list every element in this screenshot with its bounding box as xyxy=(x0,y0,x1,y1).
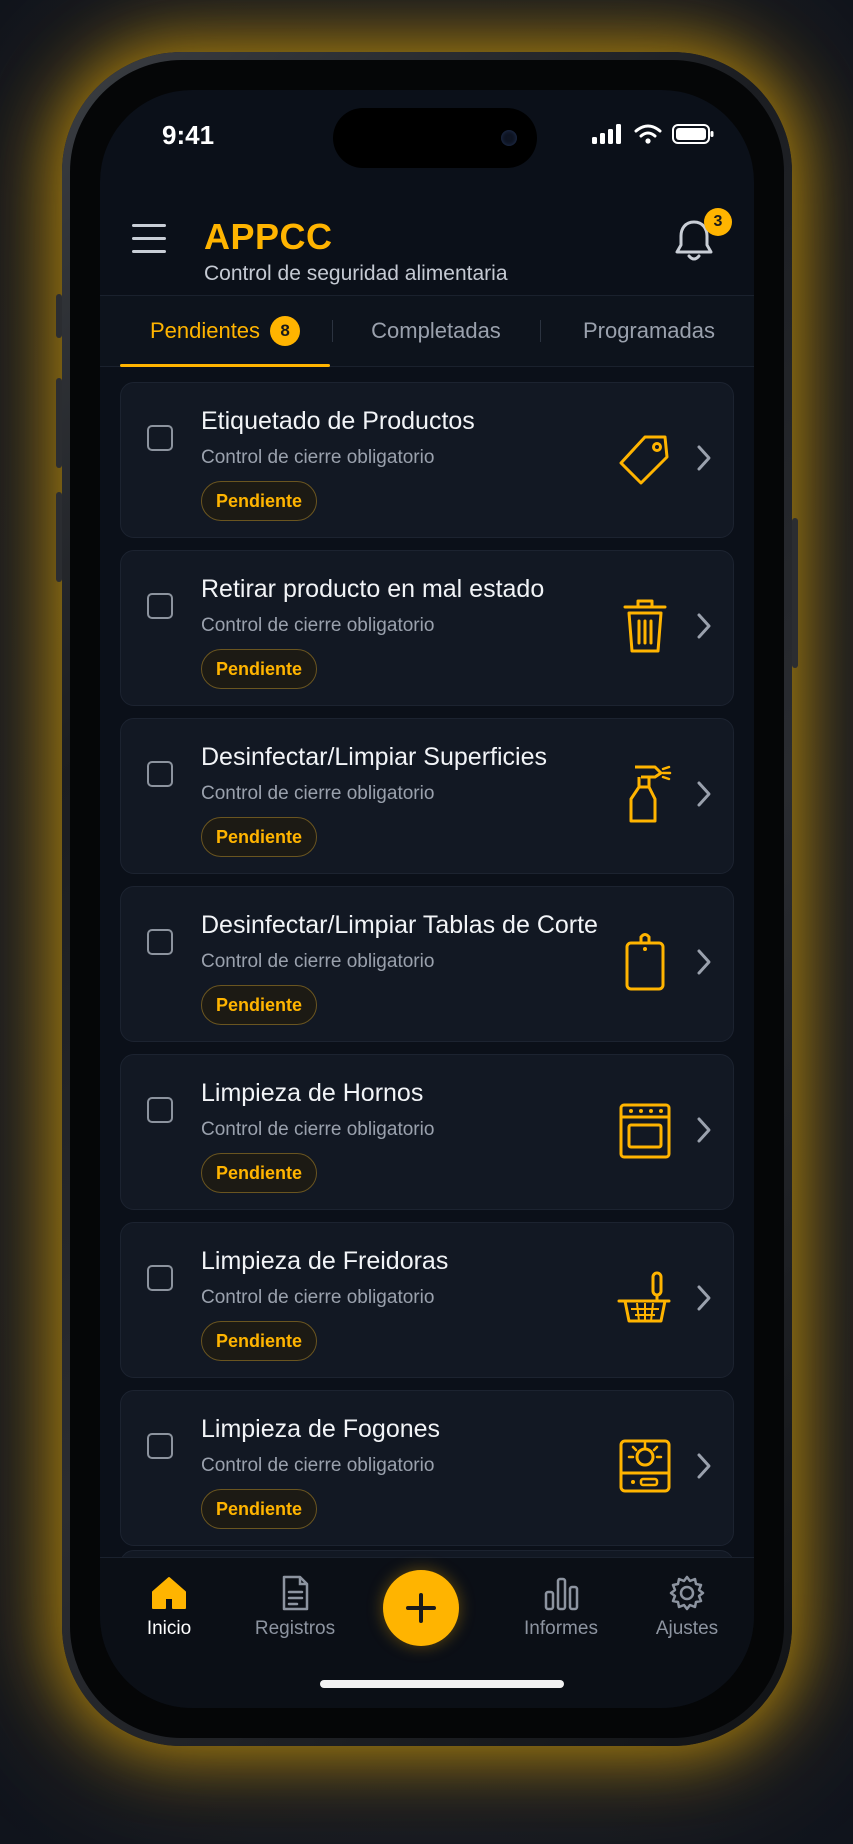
bezel: 9:41 APPCC Control de seguridad alimenta… xyxy=(70,60,784,1738)
nav-label: Informes xyxy=(524,1618,598,1639)
status-icons xyxy=(592,124,714,144)
task-card[interactable]: Desinfectar/Limpiar Tablas de Corte Cont… xyxy=(120,886,734,1042)
nav-registros[interactable]: Registros xyxy=(240,1574,350,1654)
tag-icon xyxy=(619,435,669,485)
task-title: Limpieza de Fogones xyxy=(201,1415,441,1443)
task-title: Limpieza de Freidoras xyxy=(201,1247,449,1275)
chevron-right-icon xyxy=(697,613,711,639)
task-subtitle: Control de cierre obligatorio xyxy=(201,1455,435,1476)
side-button xyxy=(792,518,798,668)
task-subtitle: Control de cierre obligatorio xyxy=(201,447,435,468)
status-badge: Pendiente xyxy=(201,649,318,689)
volume-down-button xyxy=(56,492,62,582)
chevron-right-icon xyxy=(697,781,711,807)
tab-label: Programadas xyxy=(582,318,716,343)
chevron-right-icon xyxy=(697,1117,711,1143)
task-checkbox[interactable] xyxy=(147,929,173,955)
nav-label: Inicio xyxy=(146,1618,192,1639)
active-tab-indicator xyxy=(120,364,330,367)
dynamic-island xyxy=(333,108,537,168)
tab-label: Pendientes xyxy=(149,318,261,343)
task-subtitle: Control de cierre obligatorio xyxy=(201,1287,435,1308)
add-button[interactable] xyxy=(383,1570,459,1646)
task-card[interactable]: Etiquetado de Productos Control de cierr… xyxy=(120,382,734,538)
task-checkbox[interactable] xyxy=(147,1265,173,1291)
status-time: 9:41 xyxy=(162,120,215,150)
document-icon xyxy=(282,1575,309,1611)
mute-switch xyxy=(56,294,62,338)
plus-icon xyxy=(406,1593,436,1623)
task-title: Desinfectar/Limpiar Superficies xyxy=(201,743,547,771)
task-checkbox[interactable] xyxy=(147,1433,173,1459)
oven-icon xyxy=(619,1103,671,1159)
status-badge: Pendiente xyxy=(201,1321,318,1361)
spray-bottle-icon xyxy=(629,765,672,823)
gear-icon xyxy=(669,1575,705,1611)
stove-icon xyxy=(619,1439,671,1493)
nav-inicio[interactable]: Inicio xyxy=(114,1574,224,1654)
status-badge: Pendiente xyxy=(201,1489,318,1529)
task-list: Etiquetado de Productos Control de cierr… xyxy=(120,382,734,1558)
task-checkbox[interactable] xyxy=(147,761,173,787)
nav-label: Ajustes xyxy=(655,1618,719,1639)
chevron-right-icon xyxy=(697,1285,711,1311)
battery-icon xyxy=(672,124,714,144)
task-checkbox[interactable] xyxy=(147,1097,173,1123)
status-badge: Pendiente xyxy=(201,985,318,1025)
status-badge: Pendiente xyxy=(201,481,318,521)
chevron-right-icon xyxy=(697,949,711,975)
cutting-board-icon xyxy=(625,933,665,991)
task-title: Limpieza de Hornos xyxy=(201,1079,424,1107)
status-badge: Pendiente xyxy=(201,817,318,857)
tab-bar: Pendientes 8 Completadas Programadas xyxy=(100,295,754,367)
task-subtitle: Control de cierre obligatorio xyxy=(201,1119,435,1140)
nav-ajustes[interactable]: Ajustes xyxy=(632,1574,742,1654)
task-card[interactable]: Limpieza de Hornos Control de cierre obl… xyxy=(120,1054,734,1210)
task-title: Etiquetado de Productos xyxy=(201,407,475,435)
app-title: APPCC xyxy=(204,216,333,257)
nav-label: Registros xyxy=(254,1618,336,1639)
task-card[interactable]: Desinfectar/Limpiar Superficies Control … xyxy=(120,718,734,874)
menu-button[interactable] xyxy=(132,224,166,254)
tab-completadas[interactable]: Completadas xyxy=(336,296,536,366)
camera-icon xyxy=(501,130,517,146)
home-indicator xyxy=(320,1680,564,1688)
notification-badge: 3 xyxy=(704,208,732,236)
tab-divider xyxy=(332,320,333,342)
task-subtitle: Control de cierre obligatorio xyxy=(201,783,435,804)
signal-icon xyxy=(592,124,621,144)
tab-count-badge: 8 xyxy=(270,316,301,346)
bar-chart-icon xyxy=(544,1577,579,1611)
status-badge: Pendiente xyxy=(201,1153,318,1193)
tab-label: Completadas xyxy=(371,318,501,343)
volume-up-button xyxy=(56,378,62,468)
tab-pendientes[interactable]: Pendientes 8 xyxy=(120,296,330,366)
screen: 9:41 APPCC Control de seguridad alimenta… xyxy=(100,90,754,1708)
task-subtitle: Control de cierre obligatorio xyxy=(201,615,435,636)
task-card[interactable]: Retirar producto en mal estado Control d… xyxy=(120,550,734,706)
task-card[interactable]: Limpieza de Freidoras Control de cierre … xyxy=(120,1222,734,1378)
task-title: Desinfectar/Limpiar Tablas de Corte xyxy=(201,911,598,939)
task-checkbox[interactable] xyxy=(147,593,173,619)
task-card[interactable]: Limpieza de Fogones Control de cierre ob… xyxy=(120,1390,734,1546)
app-header: APPCC Control de seguridad alimentaria 3 xyxy=(100,190,754,300)
task-subtitle: Control de cierre obligatorio xyxy=(201,951,435,972)
tab-programadas[interactable]: Programadas xyxy=(544,296,754,366)
fryer-icon xyxy=(617,1271,671,1323)
tab-divider xyxy=(540,320,541,342)
phone-frame: 9:41 APPCC Control de seguridad alimenta… xyxy=(56,52,798,1746)
trash-icon xyxy=(623,599,667,653)
wifi-icon xyxy=(634,124,662,144)
chevron-right-icon xyxy=(697,1453,711,1479)
nav-informes[interactable]: Informes xyxy=(506,1574,616,1654)
task-title: Retirar producto en mal estado xyxy=(201,575,545,603)
app-subtitle: Control de seguridad alimentaria xyxy=(204,262,508,285)
home-icon xyxy=(152,1577,186,1609)
bottom-nav: Inicio Registros Informes Ajustes xyxy=(100,1557,754,1708)
task-checkbox[interactable] xyxy=(147,425,173,451)
chevron-right-icon xyxy=(697,445,711,471)
